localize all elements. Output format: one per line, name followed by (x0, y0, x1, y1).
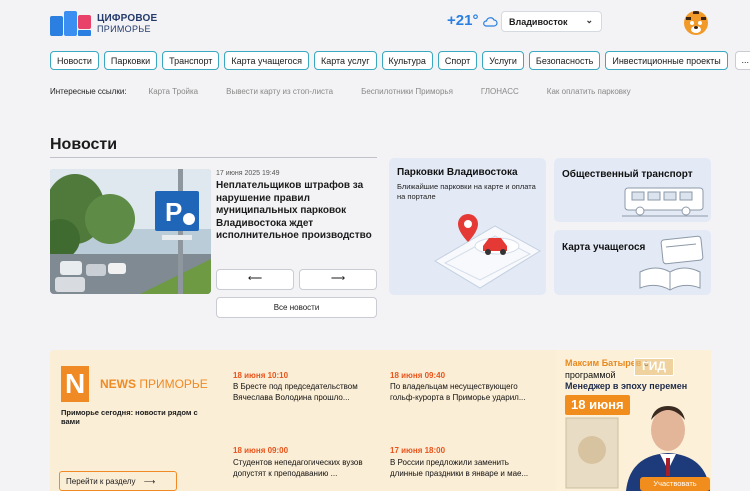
link-troika[interactable]: Карта Тройка (149, 87, 199, 96)
parking-tile-subtitle: Ближайшие парковки на карте и оплата на … (397, 182, 536, 201)
nav-investment[interactable]: Инвестиционные проекты (605, 51, 728, 70)
goto-section-button[interactable]: Перейти к разделу ⟶ (59, 471, 177, 491)
site-logo[interactable]: ЦИФРОВОЕ ПРИМОРЬЕ (50, 11, 157, 36)
weather-widget[interactable]: +21° (447, 12, 498, 29)
gid-banner[interactable]: Максим Батырев с программой Менеджер в э… (556, 350, 711, 491)
nav-news[interactable]: Новости (50, 51, 99, 70)
city-value: Владивосток (509, 17, 568, 27)
news-item-text[interactable]: В Бресте под председательством Вячеслава… (233, 381, 378, 403)
nav-student-card[interactable]: Карта учащегося (224, 51, 309, 70)
nav-parking[interactable]: Парковки (103, 51, 158, 70)
next-news-button[interactable]: ⟶ (299, 269, 377, 290)
gid-tag: ГИД (634, 358, 674, 376)
participate-button[interactable]: Участвовать (640, 477, 710, 491)
news-item-text[interactable]: В России предложили заменить длинные пра… (390, 457, 535, 479)
transport-tile[interactable]: Общественный транспорт (554, 158, 711, 222)
parking-tile-title: Парковки Владивостока (397, 167, 518, 178)
news-image[interactable]: P (50, 169, 211, 294)
nav-security[interactable]: Безопасность (528, 51, 601, 70)
bus-icon (622, 187, 708, 217)
nav-transport[interactable]: Транспорт (162, 51, 220, 70)
parking-map-icon (434, 214, 541, 289)
nav-services[interactable]: Услуги (482, 51, 524, 70)
n-logo-icon: N (61, 366, 89, 402)
cloud-icon (483, 16, 498, 27)
temperature: +21° (447, 12, 479, 29)
news-primorye-banner[interactable]: N NEWS ПРИМОРЬЕ Приморье сегодня: новост… (50, 350, 556, 491)
news-item-date: 18 июня 09:00 (233, 446, 289, 455)
svg-text:P: P (165, 197, 182, 227)
goto-label: Перейти к разделу (66, 477, 136, 486)
links-label: Интересные ссылки: (50, 87, 127, 96)
nav-more-button[interactable]: ... (734, 51, 750, 70)
nav-sport[interactable]: Спорт (437, 51, 478, 70)
nav-culture[interactable]: Культура (381, 51, 433, 70)
student-card-tile[interactable]: Карта учащегося (554, 230, 711, 295)
arrow-right-icon: ⟶ (143, 477, 156, 486)
news-date: 17 июня 2025 19:49 (216, 170, 280, 177)
tiger-avatar[interactable] (684, 11, 708, 35)
city-select[interactable]: Владивосток ⌄ (501, 11, 602, 32)
news-item-date: 17 июня 18:00 (390, 446, 446, 455)
link-glonass[interactable]: ГЛОНАСС (481, 87, 519, 96)
program-title: Менеджер в эпоху перемен (565, 381, 688, 391)
chevron-down-icon: ⌄ (585, 15, 593, 25)
logo-mark-icon (50, 11, 92, 36)
book-card-icon (639, 235, 704, 291)
news-item-text[interactable]: По владельцам несуществующего гольф-куро… (390, 381, 535, 403)
transport-tile-title: Общественный транспорт (562, 169, 693, 180)
link-drones[interactable]: Беспилотники Приморья (361, 87, 453, 96)
parking-tile[interactable]: Парковки Владивостока Ближайшие парковки… (389, 158, 546, 295)
main-nav: Новости Парковки Транспорт Карта учащего… (50, 51, 750, 70)
logo-line2: ПРИМОРЬЕ (97, 23, 151, 34)
news-headline[interactable]: Неплательщиков штрафов за нарушение прав… (216, 180, 376, 243)
news-item-text[interactable]: Студентов непедагогических вузов допустя… (233, 457, 378, 479)
news-item-date: 18 июня 09:40 (390, 371, 446, 380)
prev-news-button[interactable]: ⟵ (216, 269, 294, 290)
all-news-button[interactable]: Все новости (216, 297, 377, 318)
news-item-date: 18 июня 10:10 (233, 371, 289, 380)
event-date: 18 июня (565, 395, 630, 415)
divider (50, 157, 377, 158)
news-section-title: Новости (50, 136, 118, 153)
logo-line1: ЦИФРОВОЕ (97, 12, 158, 24)
link-stop-list[interactable]: Вывести карту из стоп-листа (226, 87, 333, 96)
interesting-links: Интересные ссылки: Карта Тройка Вывести … (50, 87, 659, 96)
link-parking-pay[interactable]: Как оплатить парковку (547, 87, 631, 96)
nav-services-map[interactable]: Карта услуг (313, 51, 377, 70)
banner-slogan: Приморье сегодня: новости рядом с вами (61, 408, 198, 426)
brand-title: NEWS ПРИМОРЬЕ (100, 377, 208, 391)
student-card-tile-title: Карта учащегося (562, 242, 646, 253)
